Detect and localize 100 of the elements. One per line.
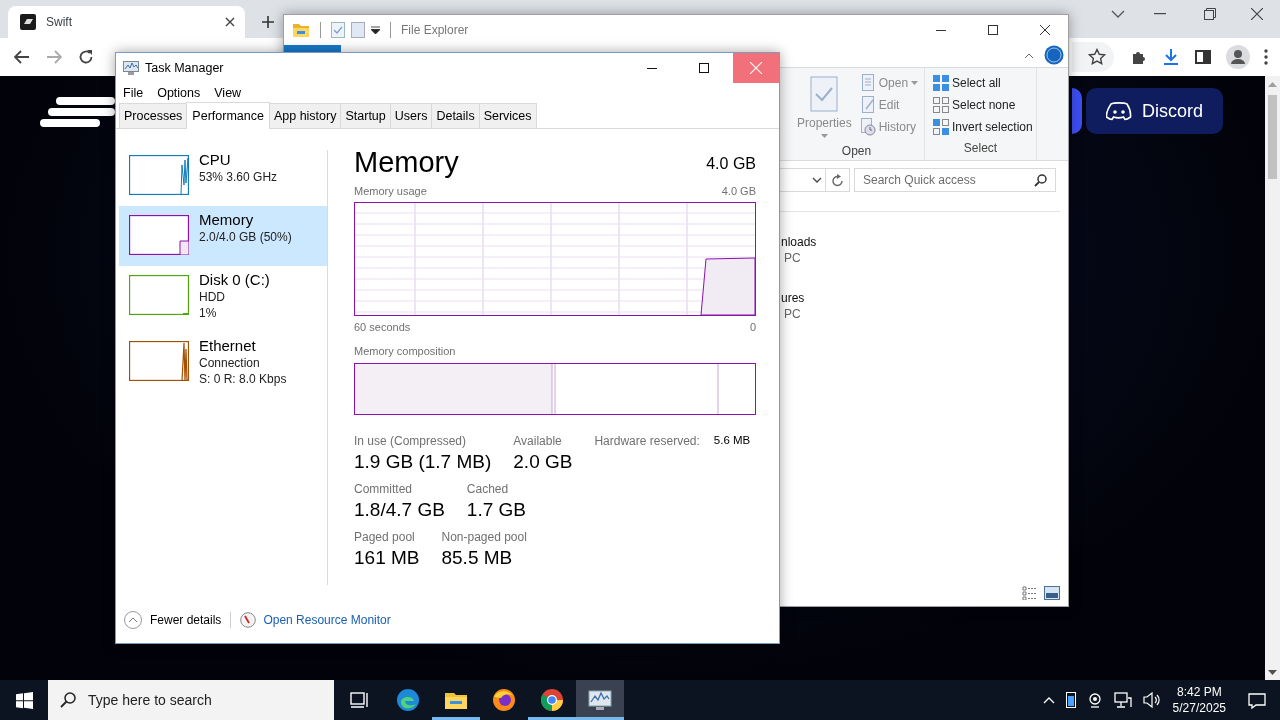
- tab[interactable]: Performance: [186, 102, 270, 129]
- chevron-up-icon: [124, 611, 142, 629]
- gauge-icon[interactable]: [240, 612, 257, 628]
- usage-graph-thumbnail: [129, 341, 189, 381]
- resource-item[interactable]: Disk 0 (C:) HDD 1%: [119, 266, 327, 332]
- monitor-icon[interactable]: [123, 60, 139, 76]
- grid-icon: [933, 97, 949, 113]
- menu-item[interactable]: File: [123, 83, 144, 103]
- download-icon[interactable]: [1162, 48, 1180, 66]
- resource-item[interactable]: CPU 53% 3.60 GHz: [119, 146, 327, 206]
- tab[interactable]: Startup: [340, 103, 391, 128]
- discord-button[interactable]: Discord: [1086, 88, 1223, 134]
- stat-value: 85.5 MB: [441, 546, 514, 570]
- site-icon: [20, 14, 36, 30]
- menu-item[interactable]: Options: [157, 83, 201, 103]
- file-name[interactable]: ures: [781, 290, 1060, 306]
- stat-label: Non-paged pool: [441, 529, 527, 546]
- menu-item[interactable]: View: [214, 83, 242, 103]
- logo[interactable]: [40, 96, 115, 128]
- ribbon-button[interactable]: Invert selection: [931, 116, 1035, 138]
- tab[interactable]: Details: [431, 103, 480, 128]
- stat-value: 2.0 GB: [513, 450, 573, 474]
- folder-icon[interactable]: [292, 22, 310, 38]
- resource-item[interactable]: Ethernet Connection S: 0 R: 8.0 Kbps: [119, 332, 327, 398]
- browser-icon: [540, 687, 564, 712]
- minimize-icon: [647, 67, 657, 69]
- page-button[interactable]: [1072, 88, 1082, 134]
- notification-icon[interactable]: [1248, 692, 1266, 709]
- star-icon[interactable]: [1088, 48, 1106, 66]
- stat-label: Committed: [354, 481, 413, 498]
- chevron-down-icon[interactable]: [1111, 10, 1125, 18]
- window-title: File Explorer: [401, 22, 469, 39]
- stat-label: Hardware reserved:: [594, 433, 700, 450]
- resource-detail: 53% 3.60 GHz: [199, 169, 278, 185]
- reload-icon[interactable]: [78, 49, 94, 65]
- sidebar-icon[interactable]: [1194, 48, 1212, 66]
- volume-icon[interactable]: [1142, 692, 1161, 708]
- scrollbar[interactable]: [1265, 76, 1280, 680]
- tab[interactable]: Processes: [119, 103, 188, 128]
- chevron-down-icon[interactable]: [812, 177, 822, 183]
- large-icons-view-icon[interactable]: [1044, 586, 1060, 600]
- new-tab-icon[interactable]: [261, 14, 275, 29]
- network-icon[interactable]: [1113, 692, 1132, 708]
- checked-page-icon: [810, 76, 839, 112]
- refresh-icon[interactable]: [831, 173, 844, 187]
- battery-icon[interactable]: [1065, 692, 1076, 708]
- resource-name: Memory: [199, 211, 255, 229]
- group-label: Open: [840, 143, 873, 160]
- resource-item[interactable]: Memory 2.0/4.0 GB (50%): [119, 206, 327, 266]
- stat-value: 5.6 MB: [713, 433, 751, 448]
- resource-name: Disk 0 (C:): [199, 271, 270, 289]
- address-bar[interactable]: [1072, 42, 1114, 72]
- graph-label: Memory usage: [354, 184, 427, 199]
- close-icon[interactable]: [1251, 8, 1263, 20]
- tab[interactable]: Services: [478, 103, 537, 128]
- panel-title: Memory: [354, 146, 459, 178]
- profile-icon[interactable]: [1226, 45, 1250, 69]
- back-icon[interactable]: [14, 50, 30, 64]
- resource-name: CPU: [199, 151, 232, 169]
- total-memory: 4.0 GB: [706, 154, 756, 174]
- menu-icon[interactable]: [1264, 49, 1268, 65]
- graph-label: Memory composition: [354, 345, 456, 357]
- stat-label: In use (Compressed): [354, 433, 468, 450]
- taskbar-search-field[interactable]: Type here to search: [48, 680, 334, 720]
- grid-icon: [933, 119, 949, 135]
- taskbar-app-button[interactable]: [576, 680, 624, 720]
- maximize-icon: [699, 63, 709, 73]
- stat-label: Paged pool: [354, 529, 416, 546]
- restore-icon[interactable]: [1204, 8, 1216, 20]
- browser-tab[interactable]: Swift: [8, 6, 245, 38]
- checked-page-icon[interactable]: [331, 22, 345, 38]
- ribbon-button[interactable]: Select all: [931, 72, 1035, 94]
- graph-time-label: 60 seconds: [354, 319, 411, 335]
- tab[interactable]: App history: [268, 103, 342, 128]
- windows-start-icon[interactable]: [15, 691, 33, 709]
- search-field[interactable]: Search Quick access: [854, 168, 1056, 192]
- caret-icon[interactable]: [371, 26, 380, 34]
- clock-time: 8:42 PM: [1176, 684, 1222, 700]
- fewer-details-button[interactable]: Fewer details: [124, 611, 222, 629]
- ribbon-button[interactable]: Select none: [931, 94, 1035, 116]
- stat-label: Available: [513, 433, 563, 450]
- webcam-icon[interactable]: [1086, 692, 1103, 708]
- file-name[interactable]: nloads: [781, 234, 1060, 250]
- minimize-icon[interactable]: [1154, 13, 1166, 15]
- file-location: PC: [783, 306, 802, 322]
- scroll-down-icon[interactable]: [1268, 670, 1277, 676]
- window-title: Task Manager: [145, 59, 224, 77]
- details-view-icon[interactable]: [1022, 586, 1038, 600]
- scrollbar-thumb[interactable]: [1268, 95, 1277, 179]
- close-icon: [750, 62, 762, 74]
- close-icon[interactable]: [225, 17, 235, 27]
- maximize-icon: [988, 25, 998, 35]
- stat-label: Cached: [466, 481, 510, 498]
- minimize-icon: [936, 29, 946, 31]
- usage-graph-thumbnail: [129, 275, 189, 315]
- resource-monitor-link[interactable]: Open Resource Monitor: [263, 611, 391, 629]
- resource-detail: Connection: [199, 355, 261, 371]
- resource-detail: 2.0/4.0 GB (50%): [199, 229, 292, 245]
- tab[interactable]: Users: [389, 103, 433, 128]
- stat-value: 1.8/4.7 GB: [354, 498, 445, 522]
